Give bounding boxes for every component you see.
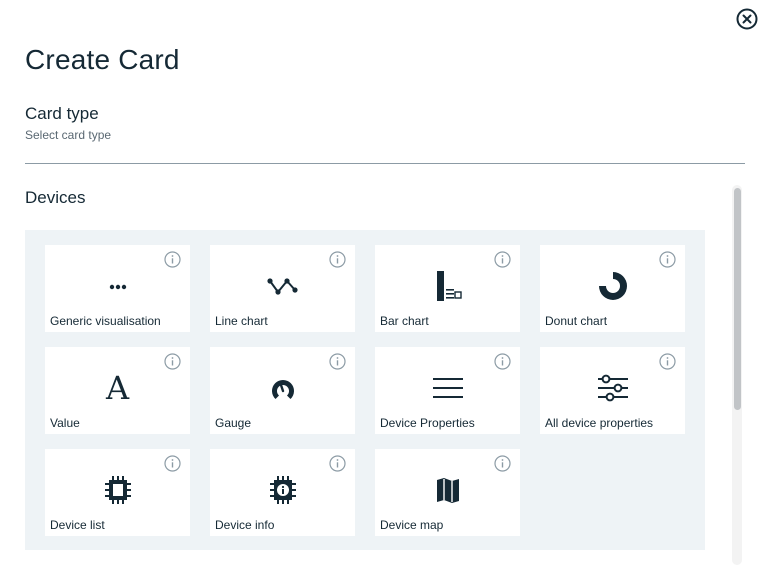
card-label: Device info	[215, 518, 275, 532]
info-icon[interactable]	[329, 353, 346, 370]
card-label: Device list	[50, 518, 105, 532]
card-gauge[interactable]: Gauge	[210, 347, 355, 434]
card-device-properties[interactable]: Device Properties	[375, 347, 520, 434]
card-label: Donut chart	[545, 314, 608, 328]
card-bar-chart[interactable]: Bar chart	[375, 245, 520, 332]
card-generic-visualisation[interactable]: Generic visualisation	[45, 245, 190, 332]
card-all-device-properties[interactable]: All device properties	[540, 347, 685, 434]
card-type-heading: Card type	[25, 104, 99, 123]
card-label: Line chart	[215, 314, 268, 328]
card-label: Value	[50, 416, 80, 430]
gauge-icon	[266, 373, 300, 403]
card-label: Bar chart	[380, 314, 429, 328]
info-icon[interactable]	[329, 455, 346, 472]
card-device-map[interactable]: Device map	[375, 449, 520, 536]
value-icon: A	[105, 369, 130, 407]
map-icon	[431, 475, 465, 505]
card-label: Device map	[380, 518, 444, 532]
info-icon[interactable]	[164, 251, 181, 268]
card-type-grid: Generic visualisation Line chart Bar cha…	[25, 230, 705, 550]
card-line-chart[interactable]: Line chart	[210, 245, 355, 332]
card-value[interactable]: A Value	[45, 347, 190, 434]
card-donut-chart[interactable]: Donut chart	[540, 245, 685, 332]
card-device-info[interactable]: Device info	[210, 449, 355, 536]
line-chart-icon	[266, 271, 300, 301]
devices-group-heading: Devices	[25, 188, 86, 207]
divider	[25, 163, 745, 164]
bar-chart-icon	[431, 271, 465, 301]
card-type-subheading: Select card type	[25, 128, 112, 142]
info-icon[interactable]	[494, 251, 511, 268]
chip-info-icon	[266, 475, 300, 505]
scrollbar-thumb[interactable]	[734, 188, 741, 410]
card-label: All device properties	[545, 416, 654, 430]
card-label: Gauge	[215, 416, 252, 430]
all-device-properties-icon	[596, 373, 630, 403]
donut-chart-icon	[596, 271, 630, 301]
chip-icon	[101, 475, 135, 505]
info-icon[interactable]	[329, 251, 346, 268]
info-icon[interactable]	[659, 251, 676, 268]
info-icon[interactable]	[164, 455, 181, 472]
dialog-title: Create Card	[25, 44, 180, 75]
device-properties-icon	[431, 373, 465, 403]
info-icon[interactable]	[494, 455, 511, 472]
card-label: Device Properties	[380, 416, 475, 430]
card-device-list[interactable]: Device list	[45, 449, 190, 536]
ellipsis-icon	[101, 271, 135, 301]
close-icon[interactable]	[736, 8, 758, 30]
info-icon[interactable]	[659, 353, 676, 370]
info-icon[interactable]	[494, 353, 511, 370]
card-label: Generic visualisation	[50, 314, 161, 328]
info-icon[interactable]	[164, 353, 181, 370]
